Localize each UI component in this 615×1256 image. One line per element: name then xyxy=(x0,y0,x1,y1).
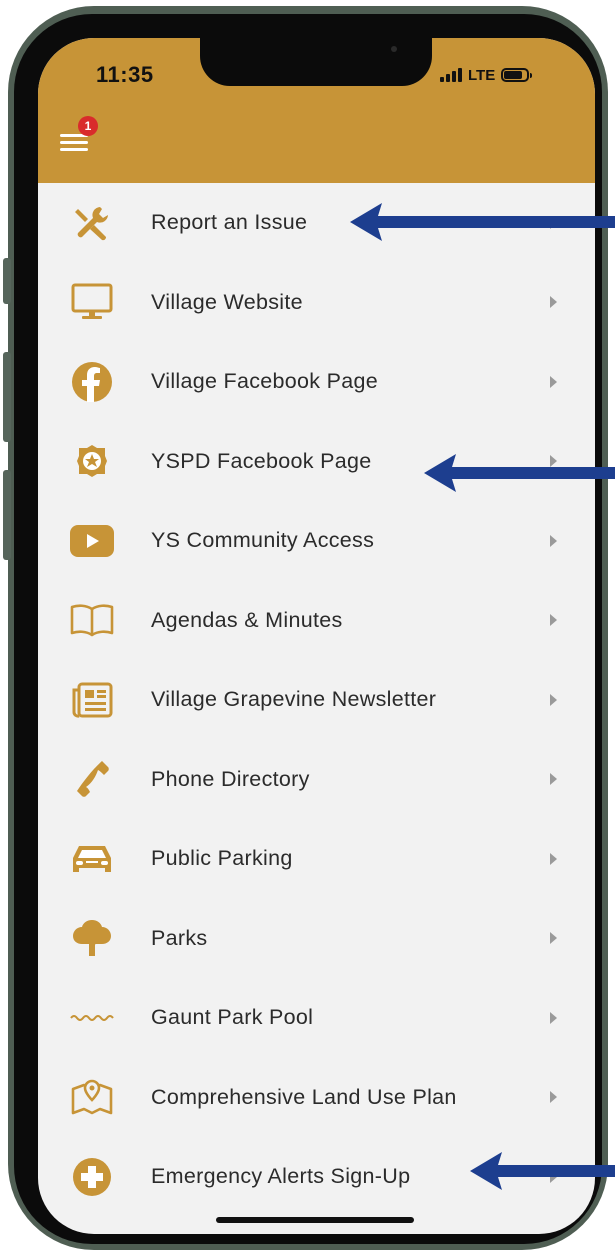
menu-list: Report an Issue Village Website Village … xyxy=(38,183,595,1217)
signal-icon xyxy=(440,68,462,82)
water-icon xyxy=(67,996,117,1040)
menu-item-label: Village Website xyxy=(151,289,303,314)
chevron-right-icon xyxy=(550,614,557,627)
tools-icon xyxy=(67,201,117,245)
menu-item-agendas-minutes[interactable]: Agendas & Minutes xyxy=(38,581,595,661)
menu-item-label: Village Grapevine Newsletter xyxy=(151,687,437,712)
menu-icon-bar xyxy=(60,148,88,151)
volume-down-button xyxy=(3,470,11,560)
menu-item-grapevine-newsletter[interactable]: Village Grapevine Newsletter xyxy=(38,660,595,740)
menu-item-phone-directory[interactable]: Phone Directory xyxy=(38,740,595,820)
chevron-right-icon xyxy=(550,375,557,388)
phone-icon xyxy=(67,757,117,801)
menu-icon-bar xyxy=(60,141,88,144)
plus-circle-icon xyxy=(67,1155,117,1199)
notification-badge: 1 xyxy=(78,116,98,136)
chevron-right-icon xyxy=(550,932,557,945)
menu-item-village-facebook[interactable]: Village Facebook Page xyxy=(38,342,595,422)
arrow-annotation-emergency-alerts xyxy=(470,1152,615,1190)
battery-icon xyxy=(501,68,533,82)
volume-up-button xyxy=(3,352,11,442)
menu-item-label: Parks xyxy=(151,925,208,950)
chevron-right-icon xyxy=(550,693,557,706)
menu-item-label: Phone Directory xyxy=(151,766,310,791)
menu-item-label: Gaunt Park Pool xyxy=(151,1005,314,1030)
book-icon xyxy=(67,598,117,642)
monitor-icon xyxy=(67,280,117,324)
menu-item-gaunt-park-pool[interactable]: Gaunt Park Pool xyxy=(38,978,595,1058)
car-icon xyxy=(67,837,117,881)
chevron-right-icon xyxy=(550,1011,557,1024)
menu-item-label: Comprehensive Land Use Plan xyxy=(151,1084,457,1109)
menu-item-land-use-plan[interactable]: Comprehensive Land Use Plan xyxy=(38,1058,595,1138)
menu-item-label: Emergency Alerts Sign-Up xyxy=(151,1164,411,1189)
arrow-annotation-report-issue xyxy=(350,203,615,241)
chevron-right-icon xyxy=(550,1091,557,1104)
chevron-right-icon xyxy=(550,852,557,865)
status-indicators: LTE xyxy=(440,65,533,85)
arrow-annotation-yspd-facebook xyxy=(424,454,615,492)
tree-icon xyxy=(67,916,117,960)
map-pin-icon xyxy=(67,1075,117,1119)
chevron-right-icon xyxy=(550,534,557,547)
mute-switch xyxy=(3,258,11,304)
hamburger-menu-button[interactable]: 1 xyxy=(60,116,98,152)
facebook-icon xyxy=(67,360,117,404)
menu-item-label: YSPD Facebook Page xyxy=(151,448,372,473)
chevron-right-icon xyxy=(550,296,557,309)
youtube-icon xyxy=(67,519,117,563)
app-header: 11:35 LTE 1 xyxy=(38,38,595,183)
menu-item-label: Public Parking xyxy=(151,846,293,871)
camera-icon xyxy=(391,46,397,52)
menu-item-public-parking[interactable]: Public Parking xyxy=(38,819,595,899)
home-indicator[interactable] xyxy=(216,1217,414,1223)
menu-item-community-access[interactable]: YS Community Access xyxy=(38,501,595,581)
menu-item-label: Village Facebook Page xyxy=(151,369,379,394)
menu-item-label: YS Community Access xyxy=(151,528,375,553)
notch xyxy=(200,38,432,86)
chevron-right-icon xyxy=(550,773,557,786)
menu-item-parks[interactable]: Parks xyxy=(38,899,595,979)
menu-item-label: Report an Issue xyxy=(151,210,308,235)
police-badge-icon xyxy=(67,439,117,483)
newspaper-icon xyxy=(67,678,117,722)
status-time: 11:35 xyxy=(96,62,154,87)
menu-item-village-website[interactable]: Village Website xyxy=(38,263,595,343)
menu-item-label: Agendas & Minutes xyxy=(151,607,343,632)
network-type: LTE xyxy=(468,66,496,84)
